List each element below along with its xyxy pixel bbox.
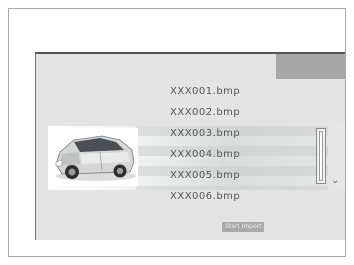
chevron-down-icon[interactable]: ⌄ [331,176,339,186]
scrollbar[interactable] [316,128,326,184]
corner-tab [276,54,345,79]
list-item[interactable]: XXX006.bmp [170,191,240,202]
list-item[interactable]: XXX002.bmp [170,107,240,118]
start-import-button[interactable]: Start Import [222,222,265,232]
display-screen: XXX001.bmp XXX002.bmp XXX003.bmp XXX004.… [35,52,345,240]
scrollbar-thumb[interactable] [319,131,323,181]
list-item[interactable]: XXX005.bmp [170,170,240,181]
list-item[interactable]: XXX003.bmp [170,128,240,139]
device-frame: XXX001.bmp XXX002.bmp XXX003.bmp XXX004.… [8,8,346,257]
car-image [50,128,138,186]
list-item[interactable]: XXX004.bmp [170,149,240,160]
list-item[interactable]: XXX001.bmp [170,86,240,97]
